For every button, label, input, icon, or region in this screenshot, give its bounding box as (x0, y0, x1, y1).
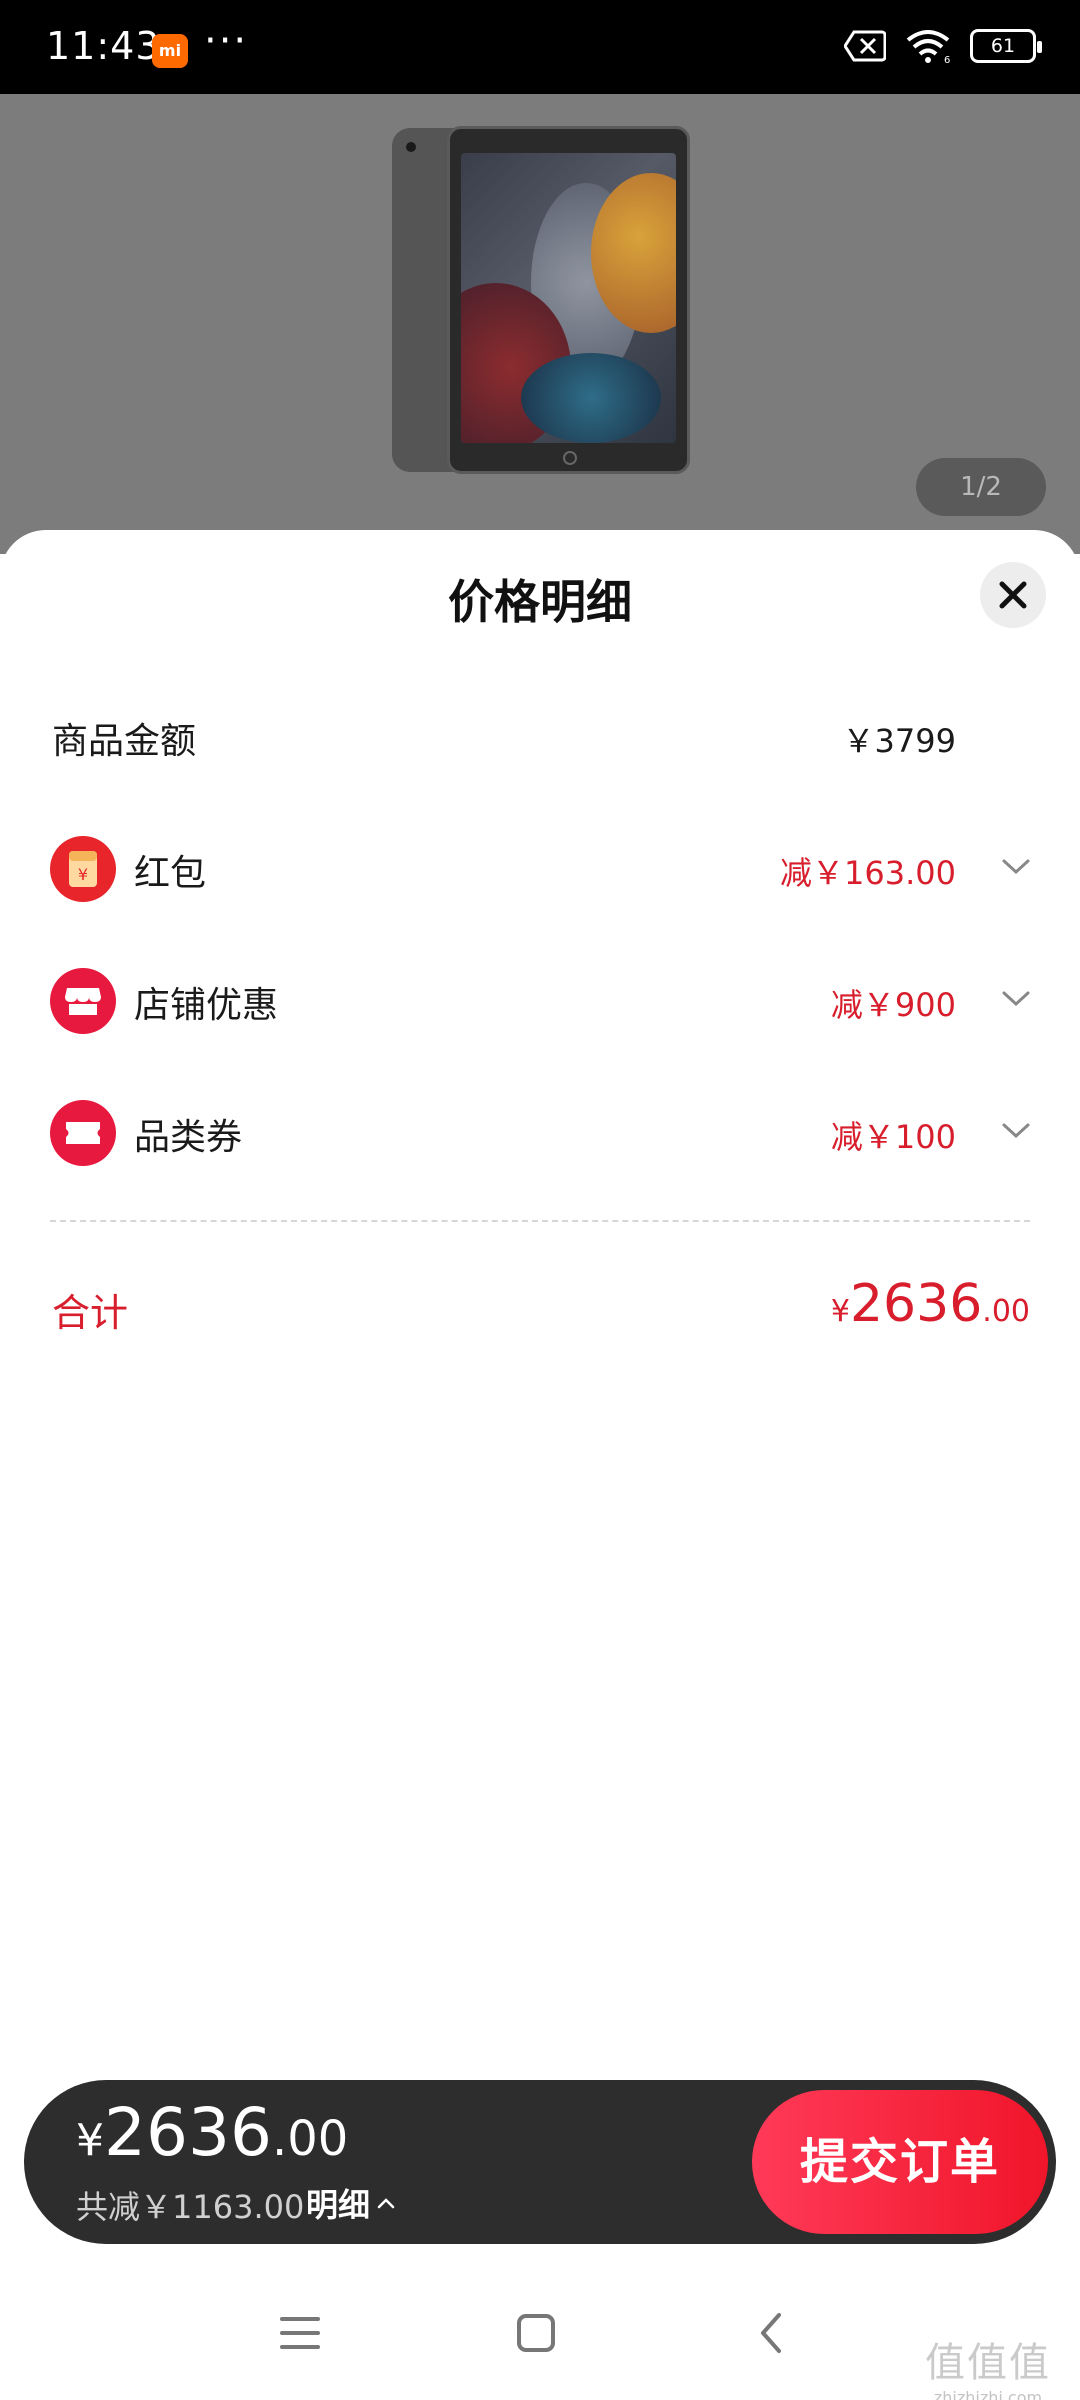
total-discount-text: 共减￥1163.00 (76, 2188, 305, 2226)
detail-toggle[interactable]: 明细 (306, 2180, 396, 2226)
checkout-currency: ¥ (76, 2115, 104, 2166)
product-gallery[interactable]: 1/2 (0, 94, 1080, 554)
red-packet-row[interactable]: ¥ 红包 减￥163.00 (0, 828, 1080, 908)
more-notifications-icon: ··· (204, 18, 249, 64)
chevron-up-icon (377, 2198, 395, 2209)
back-button[interactable] (742, 2308, 802, 2358)
menu-button[interactable] (270, 2308, 330, 2358)
home-square-icon (517, 2314, 555, 2352)
total-label: 合计 (52, 1291, 129, 1335)
status-icons: 6 61 (844, 28, 1042, 64)
goods-amount-value: ￥3799 (842, 722, 956, 760)
total-value: ¥2636.00 (831, 1274, 1030, 1334)
close-icon (999, 581, 1027, 609)
svg-text:¥: ¥ (78, 865, 88, 884)
chevron-down-icon[interactable] (1000, 988, 1032, 1010)
total-currency: ¥ (830, 1294, 850, 1329)
divider (50, 1220, 1030, 1222)
watermark-url: zhizhizhi.com (933, 2388, 1043, 2400)
shop-discount-label: 店铺优惠 (134, 985, 279, 1026)
gallery-page-indicator: 1/2 (916, 458, 1046, 516)
goods-amount-row: 商品金额 ￥3799 (0, 696, 1080, 776)
status-bar: 11:43 mi ··· 6 61 (0, 0, 1080, 94)
mi-app-icon: mi (152, 34, 188, 68)
product-image (447, 126, 690, 474)
red-packet-value: 减￥163.00 (780, 854, 956, 892)
chevron-down-icon[interactable] (1000, 856, 1032, 878)
shop-discount-row[interactable]: 店铺优惠 减￥900 (0, 960, 1080, 1040)
close-button[interactable] (980, 562, 1046, 628)
chevron-down-icon[interactable] (1000, 1120, 1032, 1142)
back-chevron-icon (761, 2313, 781, 2353)
no-sim-icon (844, 30, 886, 62)
red-packet-label: 红包 (134, 853, 207, 894)
submit-order-button[interactable]: 提交订单 (752, 2090, 1048, 2234)
shop-discount-value: 减￥900 (830, 986, 956, 1024)
ticket-icon (50, 1100, 116, 1166)
detail-label: 明细 (306, 2186, 371, 2224)
goods-amount-label: 商品金额 (52, 721, 197, 762)
checkout-price-decimal: .00 (271, 2111, 349, 2167)
shop-icon (50, 968, 116, 1034)
status-time: 11:43 (46, 24, 161, 68)
menu-icon (280, 2317, 320, 2349)
total-decimal: .00 (982, 1294, 1030, 1329)
sheet-title: 价格明细 (448, 575, 632, 629)
battery-icon: 61 (970, 29, 1042, 63)
total-integer: 2636 (849, 1274, 983, 1334)
wifi-icon: 6 (904, 28, 952, 64)
checkout-price: ¥2636.00 (76, 2094, 348, 2171)
svg-text:6: 6 (944, 55, 950, 64)
screen: 11:43 mi ··· 6 61 1/2 价格明细 商品金额 ￥3799 ¥ … (0, 0, 1080, 2400)
red-packet-icon: ¥ (50, 836, 116, 902)
category-coupon-row[interactable]: 品类券 减￥100 (0, 1092, 1080, 1172)
checkout-bar: ¥2636.00 共减￥1163.00 明细 提交订单 (24, 2080, 1056, 2244)
checkout-price-integer: 2636 (104, 2094, 272, 2171)
home-button[interactable] (506, 2308, 566, 2358)
category-coupon-value: 减￥100 (830, 1118, 956, 1156)
category-coupon-label: 品类券 (134, 1117, 243, 1158)
watermark-logo: 值值值 zhizhizhi.com (908, 2330, 1068, 2400)
watermark-text: 值值值 (925, 2340, 1051, 2386)
